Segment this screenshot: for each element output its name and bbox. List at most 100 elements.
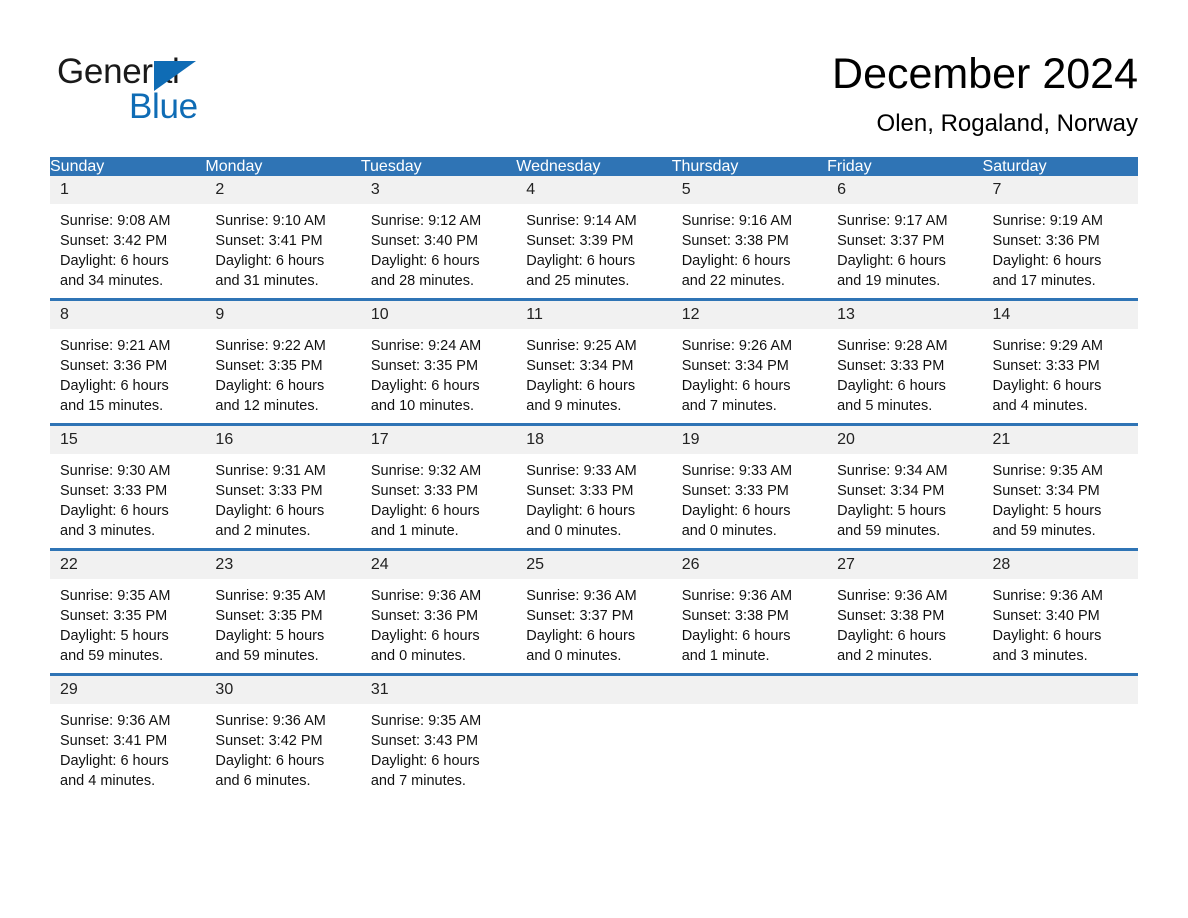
calendar-day-cell[interactable]: 31 Sunrise: 9:35 AM Sunset: 3:43 PM Dayligh… (360, 673, 517, 798)
day-number-band: 4 (516, 176, 672, 204)
sunrise-text: Sunrise: 9:36 AM (681, 588, 793, 604)
daylight-text-line1: Daylight: 6 hours (992, 628, 1102, 644)
day-number-band: 1 (50, 176, 206, 204)
calendar-day-cell[interactable]: 15 Sunrise: 9:30 AM Sunset: 3:33 PM Dayligh… (50, 423, 206, 550)
calendar-day-cell[interactable]: 4 Sunrise: 9:14 AM Sunset: 3:39 PM Daylight… (516, 176, 672, 300)
calendar-day-cell[interactable]: 13 Sunrise: 9:28 AM Sunset: 3:33 PM Dayligh… (827, 298, 983, 425)
sunset-text: Sunset: 3:33 PM (681, 483, 789, 499)
daylight-text-line2: and 25 minutes. (526, 273, 630, 289)
sunrise-text: Sunrise: 9:16 AM (681, 213, 793, 229)
calendar-day-cell[interactable]: 6 Sunrise: 9:17 AM Sunset: 3:37 PM Daylight… (827, 176, 983, 300)
calendar-day-cell[interactable]: 1 Sunrise: 9:08 AM Sunset: 3:42 PM Daylight… (50, 176, 206, 300)
calendar-day-cell[interactable]: 2 Sunrise: 9:10 AM Sunset: 3:41 PM Daylight… (205, 176, 361, 300)
day-details: Sunrise: 9:36 AM Sunset: 3:38 PM Daylight:… (827, 579, 982, 666)
calendar-day-cell[interactable]: 5 Sunrise: 9:16 AM Sunset: 3:38 PM Daylight… (671, 176, 828, 300)
day-details: Sunrise: 9:36 AM Sunset: 3:36 PM Daylight:… (361, 579, 516, 666)
calendar-day-cell[interactable]: 19 Sunrise: 9:33 AM Sunset: 3:33 PM Dayligh… (671, 423, 828, 550)
calendar-day-cell[interactable]: 28 Sunrise: 9:36 AM Sunset: 3:40 PM Dayligh… (982, 548, 1138, 675)
sunset-text: Sunset: 3:38 PM (837, 608, 945, 624)
calendar-day-cell[interactable]: 7 Sunrise: 9:19 AM Sunset: 3:36 PM Daylight… (982, 176, 1138, 300)
sunset-text: Sunset: 3:35 PM (215, 358, 323, 374)
weekday-header-sunday: Sunday (50, 157, 206, 176)
sunrise-text: Sunrise: 9:31 AM (215, 463, 326, 479)
day-number: 27 (837, 556, 855, 573)
calendar-day-cell[interactable]: 17 Sunrise: 9:32 AM Sunset: 3:33 PM Dayligh… (360, 423, 517, 550)
day-details: Sunrise: 9:08 AM Sunset: 3:42 PM Daylight:… (50, 204, 205, 291)
calendar-day-cell[interactable]: 29 Sunrise: 9:36 AM Sunset: 3:41 PM Dayligh… (50, 673, 206, 798)
daylight-text-line2: and 4 minutes. (60, 773, 156, 789)
daylight-text-line1: Daylight: 6 hours (526, 253, 636, 269)
day-number: 16 (215, 431, 234, 448)
calendar-day-cell[interactable]: 10 Sunrise: 9:24 AM Sunset: 3:35 PM Dayligh… (360, 298, 517, 425)
day-number-band: 22 (50, 551, 206, 579)
day-details: Sunrise: 9:24 AM Sunset: 3:35 PM Daylight:… (361, 329, 516, 416)
day-number-band: 16 (205, 426, 361, 454)
calendar-day-cell[interactable]: 18 Sunrise: 9:33 AM Sunset: 3:33 PM Dayligh… (516, 423, 672, 550)
calendar-day-cell[interactable]: 21 Sunrise: 9:35 AM Sunset: 3:34 PM Dayligh… (982, 423, 1138, 550)
calendar-day-cell[interactable]: 23 Sunrise: 9:35 AM Sunset: 3:35 PM Dayligh… (205, 548, 361, 675)
day-details: Sunrise: 9:29 AM Sunset: 3:33 PM Daylight:… (983, 329, 1138, 416)
day-details: Sunrise: 9:17 AM Sunset: 3:37 PM Daylight:… (827, 204, 982, 291)
calendar-day-cell[interactable]: 11 Sunrise: 9:25 AM Sunset: 3:34 PM Dayligh… (516, 298, 672, 425)
daylight-text-line2: and 2 minutes. (215, 523, 311, 539)
calendar-day-cell[interactable]: 9 Sunrise: 9:22 AM Sunset: 3:35 PM Daylight… (205, 298, 361, 425)
daylight-text-line1: Daylight: 6 hours (215, 253, 325, 269)
day-number-band: 19 (671, 426, 828, 454)
calendar-day-cell[interactable]: 26 Sunrise: 9:36 AM Sunset: 3:38 PM Dayligh… (671, 548, 828, 675)
logo-text-blue: Blue (129, 87, 198, 126)
day-number: 25 (526, 556, 545, 573)
sunrise-text: Sunrise: 9:35 AM (215, 588, 326, 604)
generalblue-logo[interactable]: General Blue (57, 52, 387, 132)
page-title: December 2024 (832, 50, 1138, 98)
sunset-text: Sunset: 3:36 PM (370, 608, 479, 624)
calendar-day-cell-empty (982, 673, 1138, 798)
daylight-text-line1: Daylight: 6 hours (370, 378, 480, 394)
daylight-text-line1: Daylight: 6 hours (992, 253, 1102, 269)
day-details: Sunrise: 9:16 AM Sunset: 3:38 PM Daylight:… (672, 204, 827, 291)
daylight-text-line1: Daylight: 6 hours (60, 253, 169, 269)
calendar-day-cell[interactable]: 14 Sunrise: 9:29 AM Sunset: 3:33 PM Dayligh… (982, 298, 1138, 425)
calendar-day-cell[interactable]: 12 Sunrise: 9:26 AM Sunset: 3:34 PM Dayligh… (671, 298, 828, 425)
day-number: 11 (526, 306, 543, 323)
calendar-day-cell-empty (671, 673, 828, 798)
day-details (983, 704, 1138, 711)
day-number: 14 (992, 306, 1011, 323)
day-details: Sunrise: 9:35 AM Sunset: 3:34 PM Daylight:… (983, 454, 1138, 541)
sunset-text: Sunset: 3:34 PM (526, 358, 634, 374)
calendar-day-cell[interactable]: 30 Sunrise: 9:36 AM Sunset: 3:42 PM Dayligh… (205, 673, 361, 798)
daylight-text-line1: Daylight: 6 hours (215, 753, 325, 769)
calendar-day-cell[interactable]: 25 Sunrise: 9:36 AM Sunset: 3:37 PM Dayligh… (516, 548, 672, 675)
daylight-text-line1: Daylight: 6 hours (60, 378, 169, 394)
day-details: Sunrise: 9:12 AM Sunset: 3:40 PM Daylight:… (361, 204, 516, 291)
calendar-week-row: 8 Sunrise: 9:21 AM Sunset: 3:36 PM Daylight… (50, 298, 1138, 425)
calendar-day-cell[interactable]: 20 Sunrise: 9:34 AM Sunset: 3:34 PM Dayligh… (827, 423, 983, 550)
sunset-text: Sunset: 3:33 PM (837, 358, 945, 374)
daylight-text-line1: Daylight: 6 hours (370, 628, 480, 644)
day-details: Sunrise: 9:14 AM Sunset: 3:39 PM Daylight:… (516, 204, 671, 291)
daylight-text-line1: Daylight: 6 hours (526, 503, 636, 519)
sunrise-text: Sunrise: 9:12 AM (370, 213, 482, 229)
daylight-text-line1: Daylight: 6 hours (837, 253, 946, 269)
daylight-text-line2: and 0 minutes. (526, 648, 622, 664)
day-details: Sunrise: 9:35 AM Sunset: 3:35 PM Daylight:… (50, 579, 205, 666)
day-number: 17 (370, 431, 389, 448)
calendar-day-cell[interactable]: 24 Sunrise: 9:36 AM Sunset: 3:36 PM Dayligh… (360, 548, 517, 675)
daylight-text-line1: Daylight: 6 hours (60, 753, 169, 769)
calendar-day-cell[interactable]: 27 Sunrise: 9:36 AM Sunset: 3:38 PM Dayligh… (827, 548, 983, 675)
day-details: Sunrise: 9:32 AM Sunset: 3:33 PM Daylight:… (361, 454, 516, 541)
day-number-band: 15 (50, 426, 206, 454)
sunset-text: Sunset: 3:42 PM (60, 233, 168, 249)
sunset-text: Sunset: 3:37 PM (526, 608, 634, 624)
day-number: 21 (992, 431, 1011, 448)
calendar-day-cell[interactable]: 3 Sunrise: 9:12 AM Sunset: 3:40 PM Daylight… (360, 176, 517, 300)
calendar-day-cell[interactable]: 8 Sunrise: 9:21 AM Sunset: 3:36 PM Daylight… (50, 298, 206, 425)
daylight-text-line1: Daylight: 6 hours (992, 378, 1102, 394)
calendar-day-cell[interactable]: 22 Sunrise: 9:35 AM Sunset: 3:35 PM Dayligh… (50, 548, 206, 675)
daylight-text-line2: and 12 minutes. (215, 398, 319, 414)
day-details (827, 704, 982, 711)
calendar-day-cell[interactable]: 16 Sunrise: 9:31 AM Sunset: 3:33 PM Dayligh… (205, 423, 361, 550)
day-details: Sunrise: 9:33 AM Sunset: 3:33 PM Daylight:… (672, 454, 827, 541)
sunset-text: Sunset: 3:33 PM (370, 483, 479, 499)
day-number: 4 (526, 181, 536, 198)
day-number: 30 (215, 681, 234, 698)
